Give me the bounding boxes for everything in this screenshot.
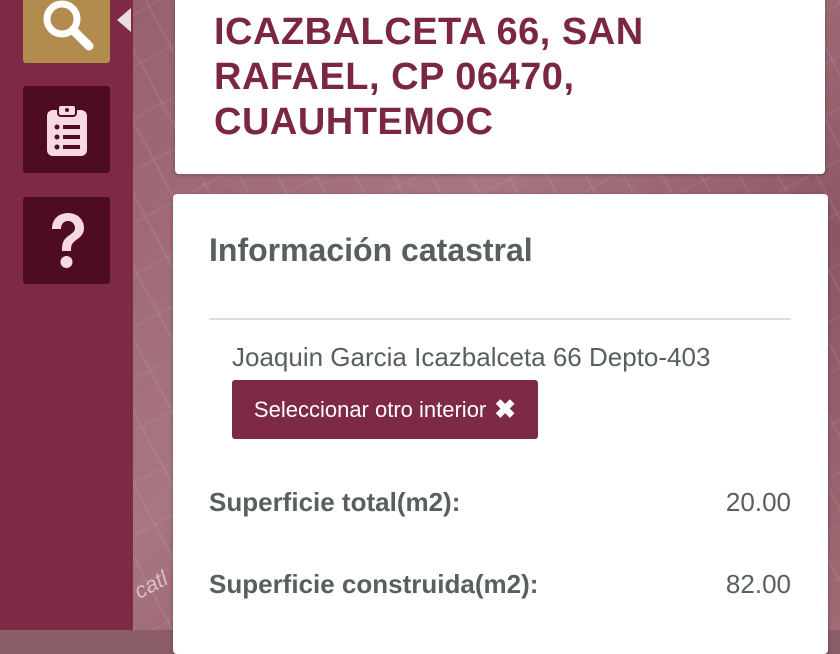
collapse-panel-icon[interactable]: [117, 8, 131, 32]
clipboard-list-icon: [46, 103, 87, 156]
select-button-label: Seleccionar otro interior: [253, 396, 487, 422]
help-button[interactable]: [23, 197, 110, 284]
row-value: 82.00: [725, 569, 791, 599]
info-title: Información catastral: [209, 232, 533, 268]
question-icon: [51, 212, 84, 268]
report-button[interactable]: [23, 86, 110, 173]
unit-name: Joaquin Garcia Icazbalceta 66 Depto-403: [232, 342, 711, 372]
sidebar: [0, 0, 133, 630]
row-label: Superficie total(m2):: [209, 487, 461, 517]
divider: [209, 318, 791, 320]
address-title: ICAZBALCETA 66, SAN RAFAEL, CP 06470, CU…: [214, 11, 644, 143]
info-row: Superficie total(m2): 20.00: [209, 487, 791, 518]
row-value: 20.00: [725, 487, 791, 517]
info-row: Superficie construida(m2): 82.00: [209, 569, 791, 600]
address-card: ICAZBALCETA 66, SAN RAFAEL, CP 06470, CU…: [175, 0, 825, 174]
close-icon: ✖: [494, 394, 517, 424]
search-icon: [43, 0, 93, 51]
cadastral-info-card: Información catastral Joaquin Garcia Ica…: [173, 194, 828, 654]
row-label: Superficie construida(m2):: [209, 569, 539, 599]
select-other-interior-button[interactable]: Seleccionar otro interior ✖: [232, 380, 538, 439]
search-button[interactable]: [23, 0, 110, 63]
